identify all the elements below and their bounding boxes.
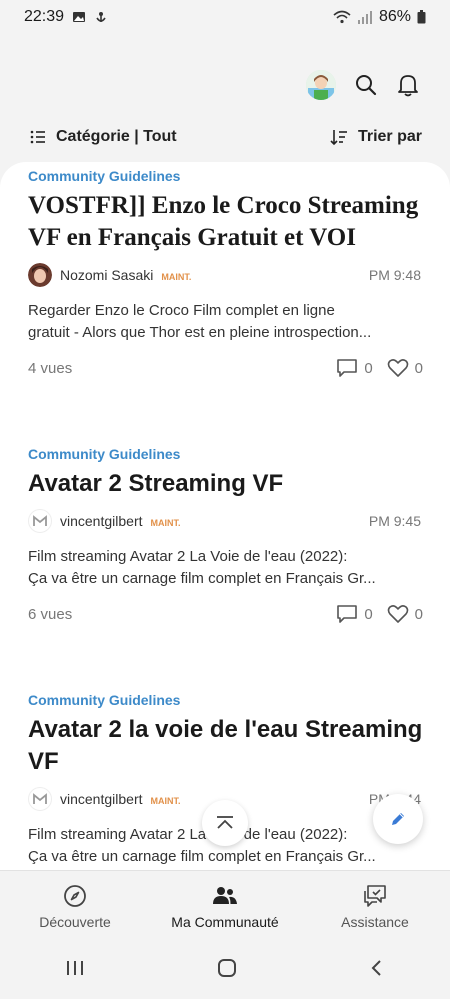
compass-icon [64, 884, 86, 907]
back-icon [371, 960, 381, 976]
status-bar: 22:39 86% [0, 0, 450, 34]
like-button[interactable]: 0 [387, 604, 423, 624]
list-icon [30, 130, 45, 144]
post-excerpt-line: Ça va être un carnage film complet en Fr… [28, 570, 376, 587]
home-icon [217, 959, 236, 977]
signal-icon [357, 11, 372, 24]
like-count: 0 [414, 359, 423, 377]
comment-button[interactable]: 0 [336, 358, 373, 378]
post-category[interactable]: Community Guidelines [28, 446, 423, 462]
heart-icon [387, 605, 408, 623]
post-feed: Community Guidelines VOSTFR]] Enzo le Cr… [0, 162, 450, 870]
author-row: vincentgilbert MAINT. PM 9:45 [28, 508, 423, 534]
user-photo-icon [28, 263, 52, 287]
post-time: PM 9:48 [368, 267, 421, 283]
status-time: 22:39 [24, 8, 65, 25]
search-button[interactable] [354, 73, 378, 97]
post-excerpt-line: gratuit - Alors que Thor est en pleine i… [28, 324, 372, 341]
scroll-to-top-button[interactable] [202, 800, 248, 846]
image-icon [73, 12, 86, 22]
gmail-icon [33, 793, 47, 804]
nav-my-community[interactable]: Ma Communauté [155, 884, 295, 930]
view-count: 6 vues [28, 605, 73, 623]
compose-button[interactable] [373, 794, 423, 844]
like-count: 0 [414, 605, 423, 623]
nav-label: Assistance [341, 913, 409, 930]
status-badge: MAINT. [161, 271, 192, 282]
home-button[interactable] [216, 957, 238, 984]
battery-percent: 86% [378, 8, 411, 25]
back-button[interactable] [369, 958, 385, 983]
author-name[interactable]: vincentgilbert [60, 791, 143, 807]
sort-label: Trier par [357, 128, 422, 145]
heart-icon [387, 359, 408, 377]
comment-button[interactable]: 0 [336, 604, 373, 624]
comment-icon [337, 359, 358, 377]
system-nav-bar [0, 942, 450, 999]
post-card[interactable]: Community Guidelines Avatar 2 Streaming … [28, 446, 423, 626]
people-icon [213, 886, 237, 904]
sort-button[interactable]: Trier par [330, 128, 422, 146]
pencil-icon [392, 813, 404, 825]
nav-discover[interactable]: Découverte [5, 884, 145, 930]
post-stats: 6 vues 0 0 [28, 602, 423, 626]
comment-count: 0 [364, 605, 373, 623]
header-actions [306, 70, 420, 100]
bell-icon [398, 75, 418, 97]
avatar[interactable] [28, 263, 52, 287]
post-excerpt-line: Film streaming Avatar 2 La Voie de l'eau… [28, 548, 348, 565]
notifications-button[interactable] [396, 73, 420, 97]
post-time: PM 9:45 [368, 513, 421, 529]
nav-label: Ma Communauté [171, 913, 279, 930]
gmail-icon [33, 515, 47, 526]
chevron-up-icon [217, 816, 233, 829]
feed-toolbar: Catégorie | Tout Trier par [0, 122, 450, 152]
author-name[interactable]: Nozomi Sasaki [60, 267, 153, 283]
status-badge: MAINT. [150, 517, 181, 528]
notification-icon [96, 12, 106, 22]
avatar-illustration-icon [306, 70, 336, 100]
post-excerpt-line: Ça va être un carnage film complet en Fr… [28, 848, 376, 865]
profile-avatar[interactable] [306, 70, 336, 100]
post-excerpt-line: Regarder Enzo le Croco Film complet en l… [28, 302, 335, 319]
comment-count: 0 [364, 359, 373, 377]
sort-icon [330, 130, 347, 146]
post-stats: 4 vues 0 0 [28, 356, 423, 380]
battery-icon [417, 10, 426, 24]
wifi-icon [333, 10, 351, 24]
status-badge: MAINT. [150, 795, 181, 806]
recent-apps-icon [67, 961, 84, 975]
nav-label: Découverte [39, 913, 111, 930]
bottom-nav: Découverte Ma Communauté Assistance [0, 870, 450, 942]
avatar[interactable] [28, 787, 52, 811]
search-icon [356, 75, 377, 96]
like-button[interactable]: 0 [387, 358, 423, 378]
post-card[interactable]: Community Guidelines VOSTFR]] Enzo le Cr… [28, 168, 423, 380]
post-title[interactable]: VOSTFR]] Enzo le Croco Streaming VF en F… [28, 190, 423, 254]
view-count: 4 vues [28, 359, 73, 377]
category-filter-label: Catégorie | Tout [56, 128, 177, 145]
post-title[interactable]: Avatar 2 Streaming VF [28, 468, 423, 500]
chat-support-icon [364, 884, 386, 907]
avatar[interactable] [28, 509, 52, 533]
comment-icon [337, 605, 358, 623]
author-name[interactable]: vincentgilbert [60, 513, 143, 529]
category-filter[interactable]: Catégorie | Tout [30, 128, 177, 146]
post-category[interactable]: Community Guidelines [28, 692, 423, 708]
post-title[interactable]: Avatar 2 la voie de l'eau Streaming VF [28, 714, 423, 778]
post-category[interactable]: Community Guidelines [28, 168, 423, 184]
author-row: Nozomi Sasaki MAINT. PM 9:48 [28, 262, 423, 288]
nav-assistance[interactable]: Assistance [305, 884, 445, 930]
recent-apps-button[interactable] [65, 959, 85, 982]
